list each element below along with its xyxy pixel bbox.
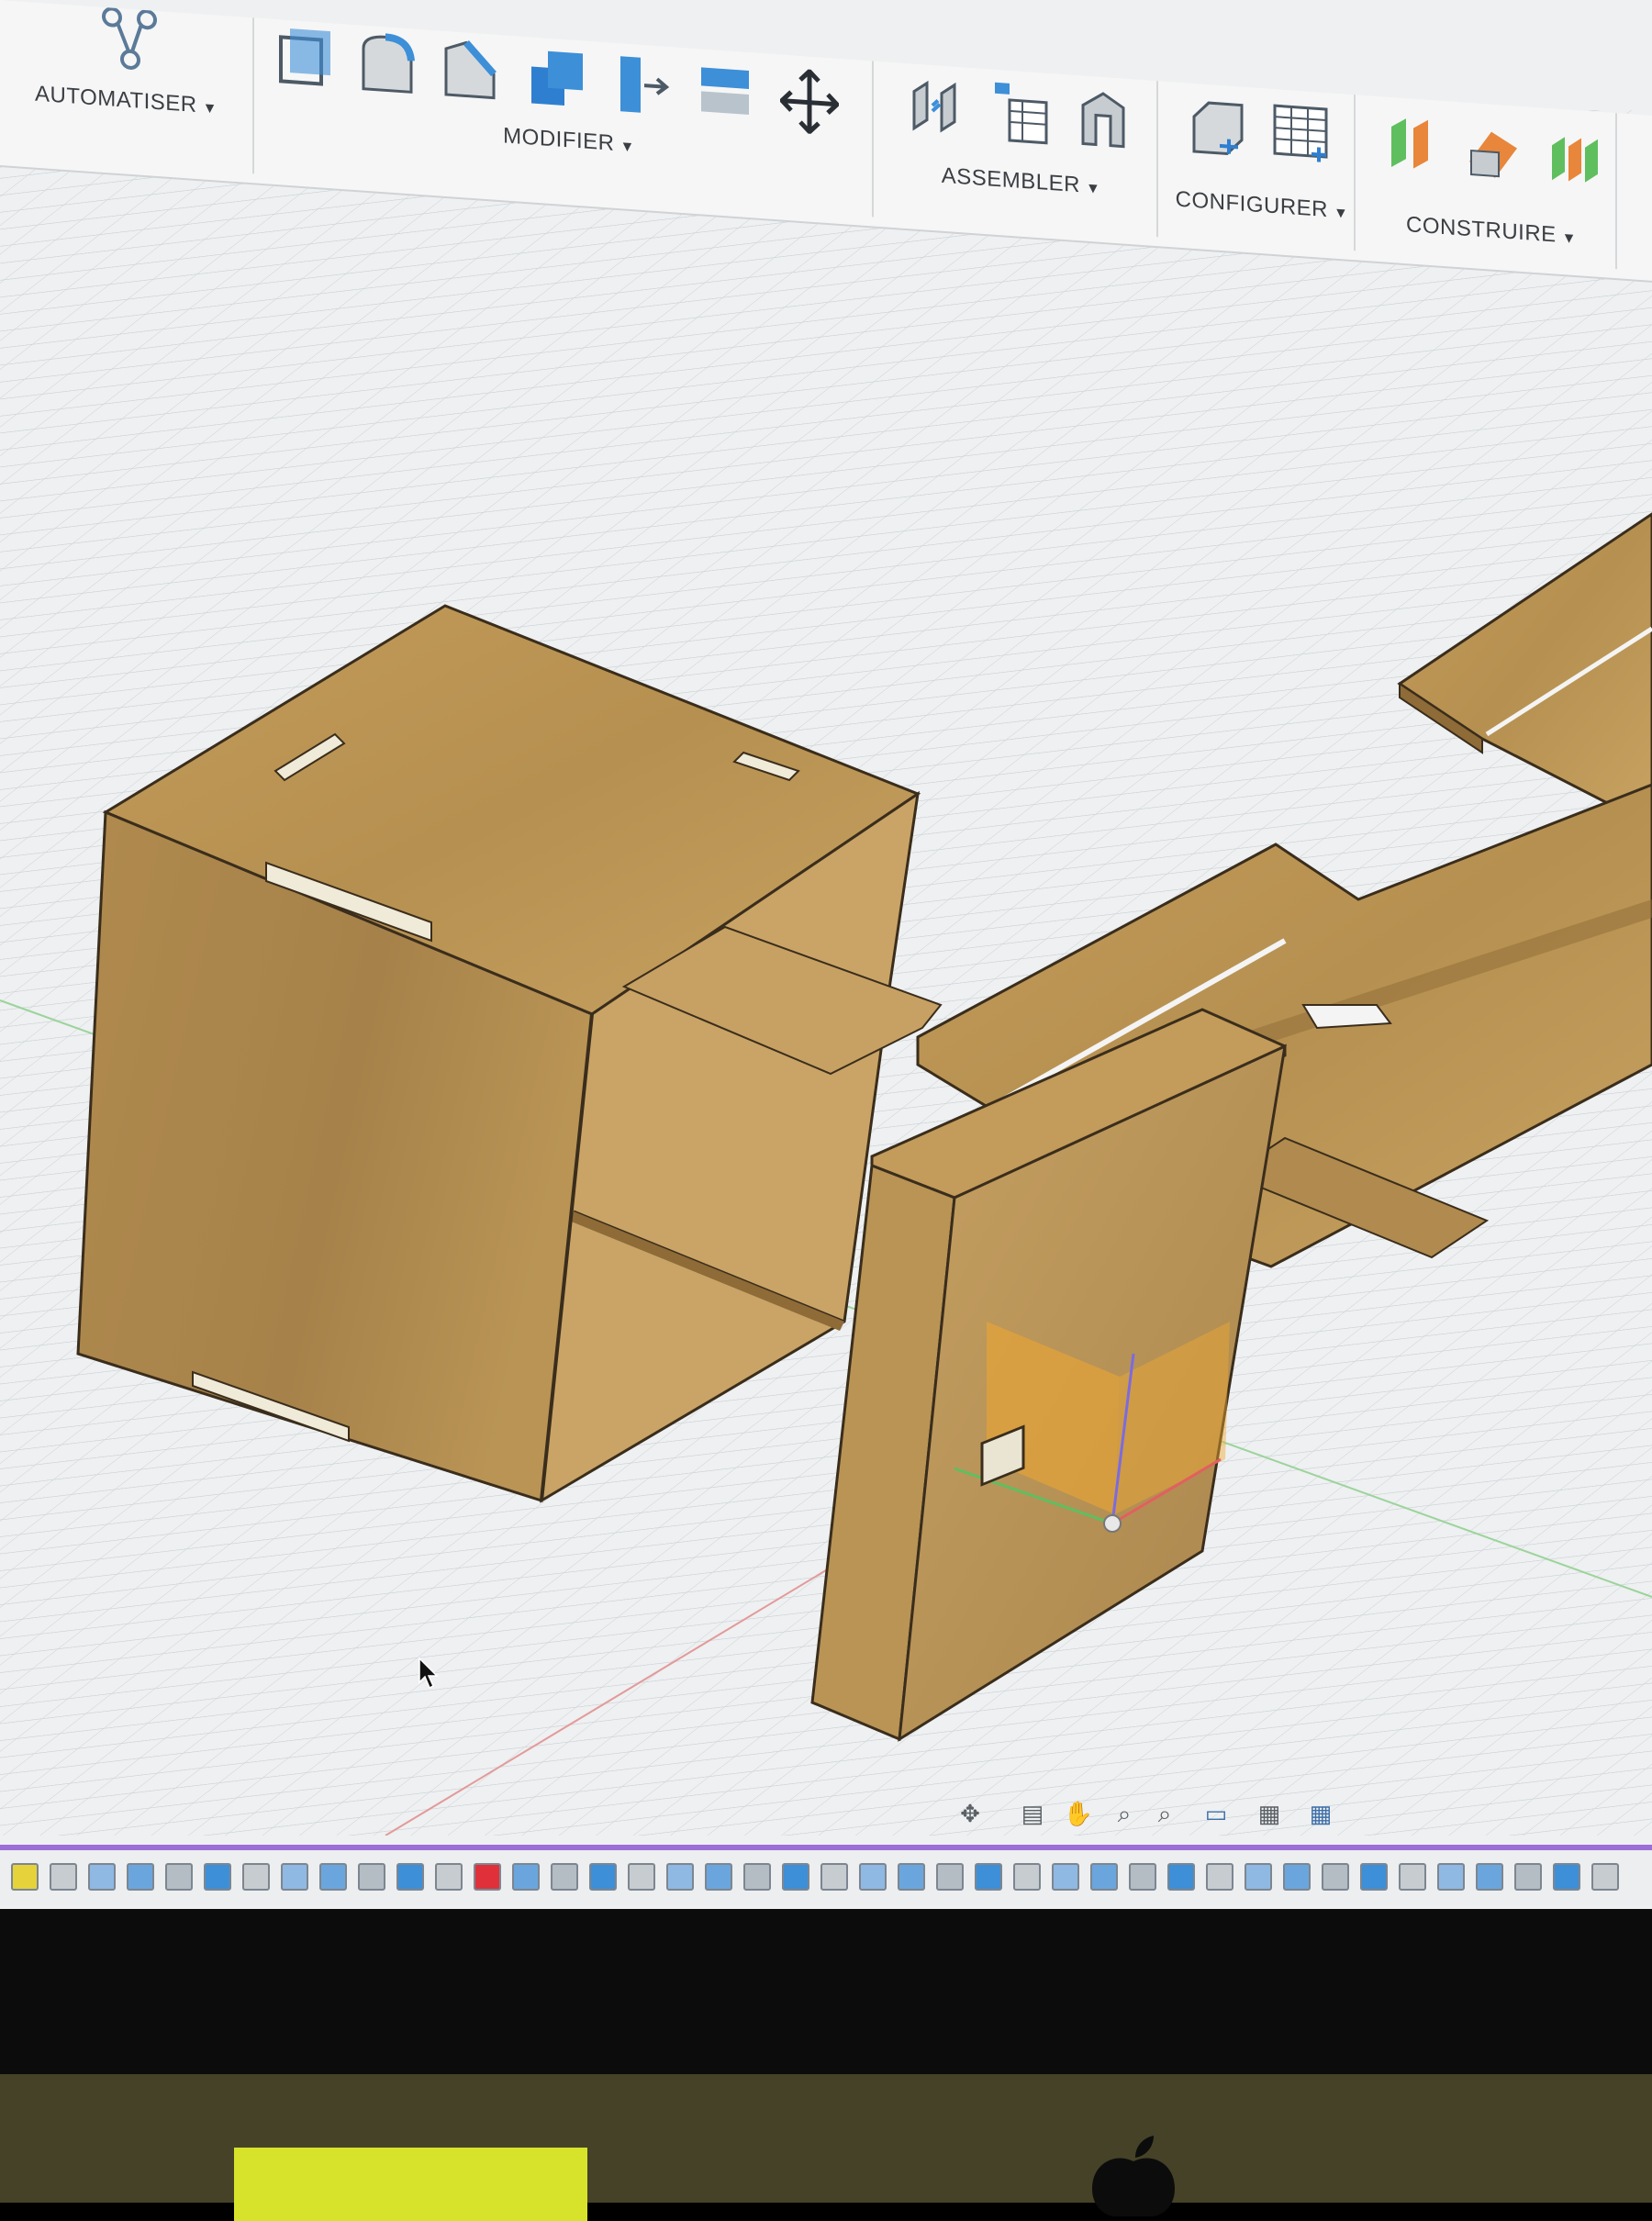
timeline-feature-icon[interactable] (1129, 1863, 1156, 1891)
timeline-feature-icon[interactable] (1591, 1863, 1619, 1891)
orbit-icon[interactable]: ✥ (954, 1798, 986, 1829)
fillet-icon[interactable] (358, 29, 417, 97)
configure-body-icon[interactable] (1189, 95, 1247, 162)
timeline-feature-icon[interactable] (1090, 1863, 1118, 1891)
origin-point[interactable] (1103, 1514, 1122, 1533)
timeline-feature-icon[interactable] (859, 1863, 887, 1891)
group-assemble-label[interactable]: ASSEMBLER ▼ (886, 159, 1156, 204)
caret-down-icon: ▼ (1334, 205, 1349, 222)
look-at-icon[interactable]: ▤ (1017, 1798, 1048, 1829)
group-configure-label[interactable]: CONFIGURER ▼ (1170, 186, 1354, 225)
offset-face-icon[interactable] (613, 50, 672, 118)
midplane-icon[interactable] (1546, 125, 1605, 193)
timeline-feature-icon[interactable] (474, 1863, 501, 1891)
canvas-viewport[interactable] (0, 110, 1652, 1836)
configuration-table-icon[interactable] (1271, 100, 1330, 168)
fit-icon[interactable]: ⌕ (1149, 1798, 1180, 1829)
timeline-feature-icon[interactable] (628, 1863, 655, 1891)
timeline-feature-icon[interactable] (1013, 1863, 1041, 1891)
timeline-feature-icon[interactable] (242, 1863, 270, 1891)
timeline-feature-icon[interactable] (1322, 1863, 1349, 1891)
group-automate: AUTOMATISER ▼ (0, 0, 254, 174)
zoom-icon[interactable]: ⌕ (1109, 1798, 1140, 1829)
timeline-feature-icon[interactable] (743, 1863, 771, 1891)
timeline-feature-icon[interactable] (1167, 1863, 1195, 1891)
timeline-feature-icon[interactable] (1245, 1863, 1272, 1891)
joint-icon[interactable] (909, 73, 967, 140)
apple-logo-icon (1092, 2136, 1175, 2216)
fusion-window: AUTOMATISER ▼ MODIFIER ▼ ASSEMBLER ▼ CON… (0, 0, 1652, 1909)
timeline-feature-icon[interactable] (358, 1863, 385, 1891)
timeline-feature-icon[interactable] (551, 1863, 578, 1891)
timeline-feature-icon[interactable] (50, 1863, 77, 1891)
mouse-cursor-icon (419, 1657, 439, 1690)
group-automate-label[interactable]: AUTOMATISER ▼ (0, 79, 252, 122)
timeline-feature-icon[interactable] (1283, 1863, 1311, 1891)
caret-down-icon: ▼ (620, 139, 635, 156)
timeline-feature-icon[interactable] (666, 1863, 694, 1891)
grid-settings-icon[interactable]: ▦ (1254, 1798, 1285, 1829)
timeline-feature-icon[interactable] (88, 1863, 116, 1891)
timeline-feature-icon[interactable] (1437, 1863, 1465, 1891)
display-settings-icon[interactable]: ▭ (1200, 1798, 1232, 1829)
timeline-feature-icon[interactable] (281, 1863, 308, 1891)
timeline-feature-icon[interactable] (782, 1863, 809, 1891)
sticky-note (234, 2148, 587, 2221)
timeline-feature-icon[interactable] (11, 1863, 39, 1891)
caret-down-icon: ▼ (202, 100, 218, 117)
caret-down-icon: ▼ (1085, 180, 1101, 197)
timeline-feature-icon[interactable] (1206, 1863, 1233, 1891)
timeline-feature-icon[interactable] (204, 1863, 231, 1891)
timeline (0, 1845, 1652, 1905)
move-copy-icon[interactable] (780, 67, 839, 136)
group-assemble: ASSEMBLER ▼ (886, 61, 1158, 238)
group-construct-label[interactable]: CONSTRUIRE ▼ (1367, 209, 1615, 252)
timeline-feature-icon[interactable] (1399, 1863, 1426, 1891)
rigid-group-icon[interactable] (1074, 86, 1133, 154)
timeline-feature-icon[interactable] (512, 1863, 540, 1891)
timeline-feature-icon[interactable] (1514, 1863, 1542, 1891)
caret-down-icon: ▼ (1561, 229, 1577, 248)
split-body-icon[interactable] (696, 58, 754, 126)
monitor-bezel (0, 1909, 1652, 2093)
offset-plane-icon[interactable] (1386, 110, 1445, 178)
timeline-feature-icon[interactable] (898, 1863, 925, 1891)
timeline-feature-icon[interactable] (165, 1863, 193, 1891)
timeline-feature-icon[interactable] (1360, 1863, 1388, 1891)
timeline-feature-icon[interactable] (820, 1863, 848, 1891)
combine-icon[interactable] (528, 44, 586, 112)
timeline-feature-icon[interactable] (127, 1863, 154, 1891)
timeline-feature-icon[interactable] (396, 1863, 424, 1891)
timeline-feature-icon[interactable] (936, 1863, 964, 1891)
timeline-feature-icon[interactable] (1476, 1863, 1503, 1891)
viewports-icon[interactable]: ▦ (1305, 1798, 1336, 1829)
timeline-feature-icon[interactable] (589, 1863, 617, 1891)
bill-of-materials-icon[interactable] (991, 79, 1050, 147)
plane-at-angle-icon[interactable] (1464, 117, 1523, 185)
timeline-feature-icon[interactable] (319, 1863, 347, 1891)
chamfer-icon[interactable] (441, 36, 499, 104)
press-pull-icon[interactable] (275, 24, 334, 92)
pan-icon[interactable]: ✋ (1063, 1798, 1094, 1829)
timeline-feature-icon[interactable] (1553, 1863, 1580, 1891)
group-modify: MODIFIER ▼ (266, 18, 874, 218)
navigation-bar: ✥ ▤ ✋ ⌕ ⌕ ▭ ▦ ▦ (954, 1794, 1349, 1835)
timeline-feature-icon[interactable] (705, 1863, 732, 1891)
timeline-feature-icon[interactable] (435, 1863, 463, 1891)
automate-icon[interactable] (101, 6, 160, 75)
timeline-feature-icon[interactable] (975, 1863, 1002, 1891)
group-construct: CONSTRUIRE ▼ (1367, 95, 1617, 270)
group-configure: CONFIGURER ▼ (1170, 82, 1356, 251)
timeline-feature-icon[interactable] (1052, 1863, 1079, 1891)
